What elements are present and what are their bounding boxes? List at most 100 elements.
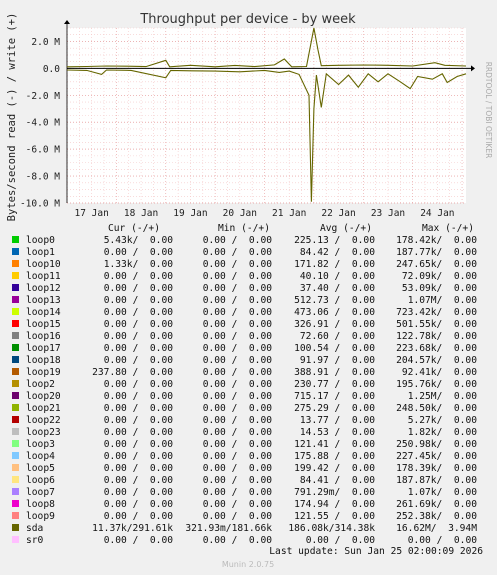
legend-value: 0.00 / 0.00 (203, 475, 273, 486)
legend-value: 0.00 / 0.00 (104, 451, 174, 462)
legend-name: loop22 (26, 415, 61, 426)
legend-value: 0.00 / 0.00 (203, 259, 273, 270)
legend-value: 40.10 / 0.00 (300, 271, 375, 282)
legend-value: 11.37k/291.61k (92, 523, 173, 534)
legend-value: 0.00 / 0.00 (104, 439, 174, 450)
legend-swatch (12, 308, 19, 315)
legend-name: loop4 (26, 451, 55, 462)
legend-swatch (12, 284, 19, 291)
legend-value: 84.42 / 0.00 (300, 247, 375, 258)
x-tick-label: 17 Jan (75, 208, 109, 219)
legend-name: loop5 (26, 463, 55, 474)
legend-name: loop18 (26, 355, 61, 366)
legend-value: 121.41 / 0.00 (294, 439, 375, 450)
legend-name: loop2 (26, 379, 55, 390)
legend-swatch (12, 332, 19, 339)
legend-value: 186.08k/314.38k (288, 523, 375, 534)
legend-value: 122.78k/ 0.00 (396, 331, 477, 342)
legend-swatch (12, 428, 19, 435)
throughput-chart: Throughput per device - by week RRDTOOL … (0, 0, 497, 575)
legend-value: 72.09k/ 0.00 (402, 271, 477, 282)
legend-value: 501.55k/ 0.00 (396, 319, 477, 330)
y-tick-label: -8.0 M (26, 172, 61, 183)
legend-value: 0.00 / 0.00 (104, 343, 174, 354)
legend-header: Max (-/+) (422, 223, 474, 234)
last-update-text: Last update: Sun Jan 25 02:00:09 2026 (269, 546, 483, 557)
legend-swatch (12, 236, 19, 243)
legend-swatch (12, 344, 19, 351)
rrdtool-credit: RRDTOOL / TOBI OETIKER (484, 62, 493, 159)
legend-value: 227.45k/ 0.00 (396, 451, 477, 462)
legend-swatch (12, 512, 19, 519)
legend-value: 0.00 / 0.00 (104, 403, 174, 414)
legend-value: 237.80 / 0.00 (92, 367, 173, 378)
legend-swatch (12, 524, 19, 531)
legend-header: Cur (-/+) (108, 223, 160, 234)
legend-value: 0.00 / 0.00 (104, 391, 174, 402)
legend-swatch (12, 404, 19, 411)
legend-name: loop0 (26, 235, 55, 246)
legend-value: 171.82 / 0.00 (294, 259, 375, 270)
legend-value: 0.00 / 0.00 (104, 535, 174, 546)
legend-value: 0.00 / 0.00 (104, 247, 174, 258)
legend-value: 0.00 / 0.00 (203, 355, 273, 366)
legend-value: 0.00 / 0.00 (104, 295, 174, 306)
legend-value: 250.98k/ 0.00 (396, 439, 477, 450)
legend-name: loop23 (26, 427, 61, 438)
legend-value: 187.87k/ 0.00 (396, 475, 477, 486)
legend-value: 53.09k/ 0.00 (402, 283, 477, 294)
legend-swatch (12, 260, 19, 267)
legend-value: 0.00 / 0.00 (104, 475, 174, 486)
legend-value: 0.00 / 0.00 (203, 535, 273, 546)
legend-value: 0.00 / 0.00 (203, 427, 273, 438)
legend-value: 512.73 / 0.00 (294, 295, 375, 306)
legend-swatch (12, 356, 19, 363)
legend-value: 252.38k/ 0.00 (396, 511, 477, 522)
legend-swatch (12, 368, 19, 375)
legend-name: loop17 (26, 343, 61, 354)
legend-name: loop13 (26, 295, 61, 306)
legend-swatch (12, 320, 19, 327)
legend-swatch (12, 416, 19, 423)
legend-value: 0.00 / 0.00 (104, 271, 174, 282)
legend-value: 0.00 / 0.00 (203, 271, 273, 282)
legend-value: 0.00 / 0.00 (203, 415, 273, 426)
legend-value: 0.00 / 0.00 (104, 487, 174, 498)
legend-value: 0.00 / 0.00 (203, 463, 273, 474)
legend-value: 0.00 / 0.00 (104, 307, 174, 318)
legend-name: loop21 (26, 403, 61, 414)
legend-value: 0.00 / 0.00 (203, 403, 273, 414)
legend-value: 0.00 / 0.00 (104, 379, 174, 390)
legend-value: 1.07k/ 0.00 (408, 487, 478, 498)
legend-value: 37.40 / 0.00 (300, 283, 375, 294)
legend-name: loop11 (26, 271, 61, 282)
legend-name: loop8 (26, 499, 55, 510)
legend-swatch (12, 452, 19, 459)
legend-name: loop3 (26, 439, 55, 450)
legend-value: 0.00 / 0.00 (203, 247, 273, 258)
legend-swatch (12, 248, 19, 255)
legend-value: 0.00 / 0.00 (104, 427, 174, 438)
legend-swatch (12, 296, 19, 303)
legend-value: 174.94 / 0.00 (294, 499, 375, 510)
legend-value: 261.69k/ 0.00 (396, 499, 477, 510)
legend-value: 0.00 / 0.00 (203, 487, 273, 498)
legend-value: 84.41 / 0.00 (300, 475, 375, 486)
legend-value: 247.65k/ 0.00 (396, 259, 477, 270)
legend-value: 0.00 / 0.00 (203, 379, 273, 390)
legend-value: 178.39k/ 0.00 (396, 463, 477, 474)
x-tick-label: 19 Jan (173, 208, 207, 219)
legend-value: 0.00 / 0.00 (203, 367, 273, 378)
legend-value: 230.77 / 0.00 (294, 379, 375, 390)
legend-value: 16.62M/ 3.94M (396, 523, 477, 534)
legend-value: 0.00 / 0.00 (104, 355, 174, 366)
legend-value: 723.42k/ 0.00 (396, 307, 477, 318)
legend-value: 0.00 / 0.00 (104, 499, 174, 510)
legend-value: 178.42k/ 0.00 (396, 235, 477, 246)
legend-value: 225.13 / 0.00 (294, 235, 375, 246)
y-tick-label: 0.0 (43, 64, 60, 75)
legend-swatch (12, 440, 19, 447)
legend-value: 0.00 / 0.00 (203, 451, 273, 462)
x-tick-label: 24 Jan (420, 208, 454, 219)
legend-value: 0.00 / 0.00 (104, 283, 174, 294)
